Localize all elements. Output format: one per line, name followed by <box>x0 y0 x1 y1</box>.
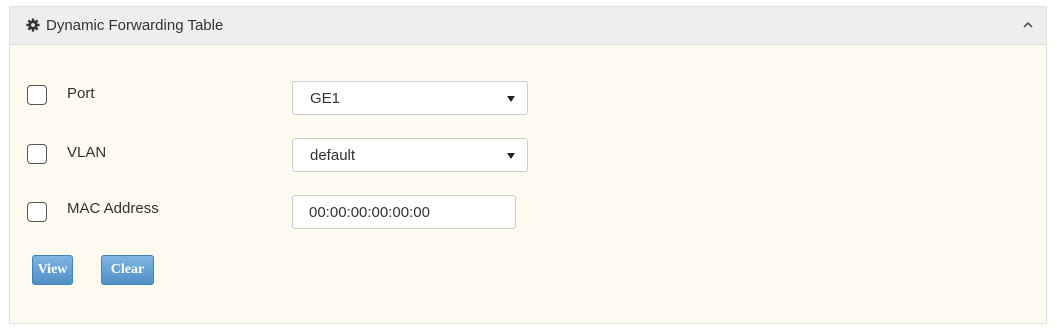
chevron-up-icon[interactable] <box>1020 17 1036 33</box>
dropdown-arrow-icon <box>507 96 515 102</box>
vlan-select-value: default <box>310 147 356 164</box>
dropdown-arrow-icon <box>507 153 515 159</box>
gear-icon <box>26 18 40 32</box>
panel-title: Dynamic Forwarding Table <box>46 17 224 34</box>
panel-header: Dynamic Forwarding Table <box>10 7 1046 45</box>
vlan-select[interactable]: default <box>292 138 528 172</box>
port-select-value: GE1 <box>310 90 341 107</box>
clear-button[interactable]: Clear <box>101 255 154 285</box>
port-select[interactable]: GE1 <box>292 81 528 115</box>
vlan-label: VLAN <box>67 144 107 161</box>
vlan-checkbox[interactable] <box>27 144 47 164</box>
view-button[interactable]: View <box>32 255 73 285</box>
port-checkbox[interactable] <box>27 85 47 105</box>
mac-address-label: MAC Address <box>67 200 159 217</box>
mac-address-input[interactable] <box>292 195 516 229</box>
port-label: Port <box>67 85 95 102</box>
mac-address-checkbox[interactable] <box>27 202 47 222</box>
dynamic-forwarding-panel: Dynamic Forwarding Table Port GE1 VLAN d… <box>9 6 1047 324</box>
